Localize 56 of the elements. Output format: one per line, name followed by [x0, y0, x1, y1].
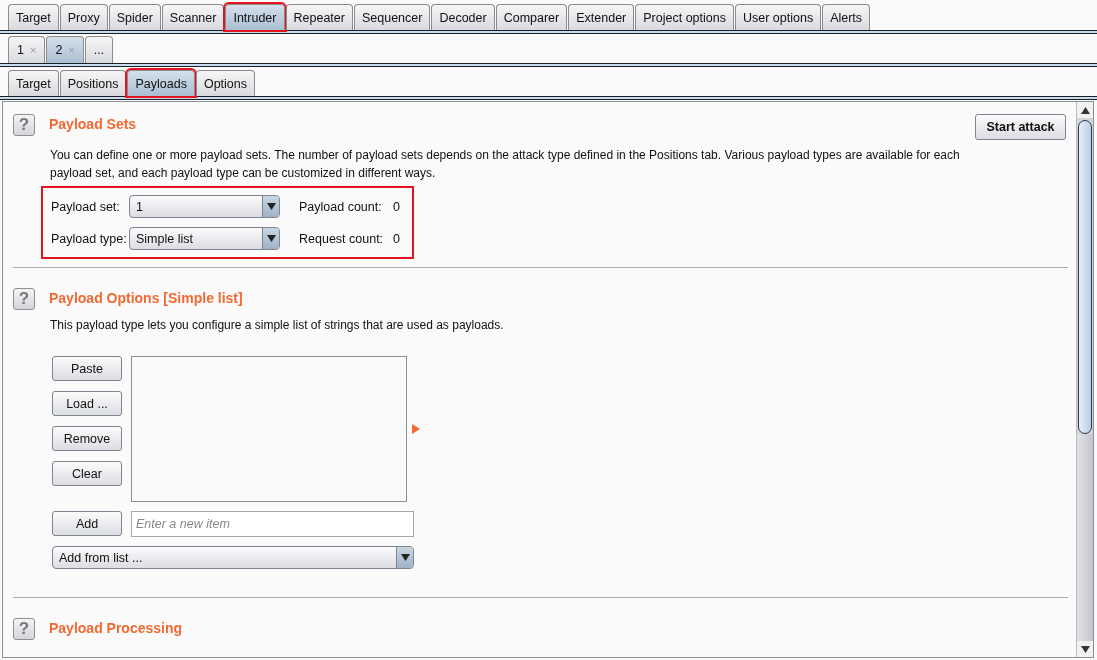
main-tab[interactable]: Scanner	[161, 4, 225, 30]
main-tab[interactable]: Alerts	[822, 4, 871, 30]
section-description: This payload type lets you configure a simple list of strings that are used as payloads.	[50, 317, 505, 334]
scroll-up-button[interactable]	[1077, 102, 1093, 118]
section-title: Payload Processing	[49, 620, 183, 636]
session-tab[interactable]: 1 ×	[8, 36, 46, 63]
section-title: Payload Sets	[49, 116, 137, 132]
section-title: Payload Options [Simple list]	[49, 290, 243, 306]
dropdown-arrow-icon	[266, 235, 276, 242]
main-tab[interactable]: Spider	[108, 4, 161, 30]
main-tab[interactable]: Comparer	[495, 4, 568, 30]
help-button[interactable]: ?	[13, 288, 35, 310]
session-tab[interactable]: 2 ×	[46, 36, 84, 63]
scroll-down-button[interactable]	[1077, 641, 1093, 657]
new-tab-button[interactable]: ...	[84, 36, 114, 63]
main-tab[interactable]: Decoder	[431, 4, 495, 30]
field-label: Payload type:	[51, 231, 128, 246]
scrollbar-thumb[interactable]	[1078, 120, 1092, 434]
payload-set-dropdown[interactable]: 1	[129, 195, 280, 218]
start-attack-button[interactable]: Start attack	[975, 114, 1066, 140]
request-count-value: 0	[393, 231, 401, 246]
field-label: Payload set:	[51, 199, 121, 214]
sub-tab[interactable]: Payloads	[127, 70, 195, 96]
sub-tab[interactable]: Target	[8, 70, 59, 96]
main-tab[interactable]: Project options	[635, 4, 734, 30]
list-action-button[interactable]: Clear	[52, 461, 122, 486]
field-label: Payload count:	[299, 199, 383, 214]
list-action-button[interactable]: Load ...	[52, 391, 122, 416]
dropdown-arrow-icon	[266, 203, 276, 210]
up-arrow-icon	[1080, 106, 1090, 114]
new-item-field[interactable]: Enter a new item	[131, 511, 414, 537]
list-action-button[interactable]: Remove	[52, 426, 122, 451]
tab-label: 2	[55, 43, 63, 57]
main-tab[interactable]: Sequencer	[353, 4, 431, 30]
expand-arrow-icon[interactable]	[412, 424, 420, 434]
help-button[interactable]: ?	[13, 618, 35, 640]
main-tab[interactable]: Repeater	[285, 4, 353, 30]
down-arrow-icon	[1080, 645, 1090, 653]
add-button[interactable]: Add	[52, 511, 122, 536]
field-label: Request count:	[299, 231, 385, 246]
main-tab[interactable]: Extender	[568, 4, 635, 30]
main-tab[interactable]: User options	[734, 4, 822, 30]
payload-list[interactable]	[131, 356, 407, 502]
payload-type-dropdown[interactable]: Simple list	[129, 227, 280, 250]
sub-tab[interactable]: Positions	[59, 70, 127, 96]
section-description: You can define one or more payload sets. The number of payload sets depends on the attack type defined in the Positions tab. Various payload types are available for each payload set, and each payload type can be customized in different ways.	[50, 147, 961, 182]
list-action-button[interactable]: Paste	[52, 356, 122, 381]
tab-label: 1	[17, 43, 24, 57]
dropdown-arrow-icon	[400, 554, 410, 561]
main-tab[interactable]: Intruder	[225, 4, 285, 30]
add-from-list-dropdown[interactable]: Add from list ...	[52, 546, 414, 569]
help-button[interactable]: ?	[13, 114, 35, 136]
payload-count-value: 0	[393, 199, 401, 214]
sub-tab[interactable]: Options	[195, 70, 255, 96]
main-tab[interactable]: Proxy	[59, 4, 108, 30]
main-tab[interactable]: Target	[8, 4, 59, 30]
